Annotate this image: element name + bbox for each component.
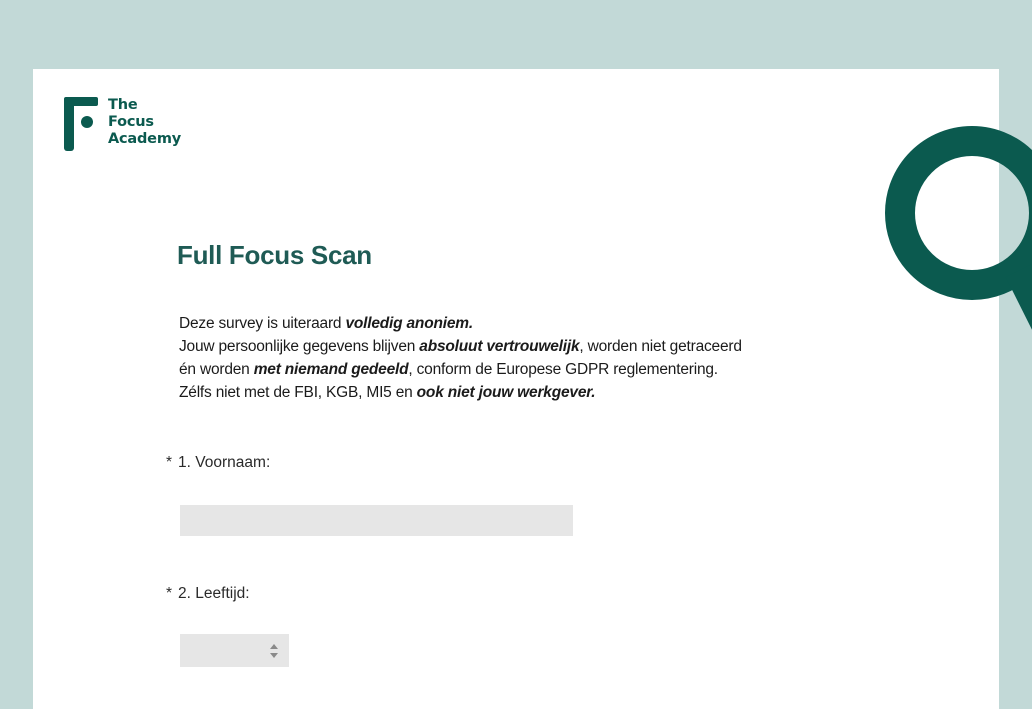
question-1-text: 1. Voornaam: bbox=[178, 454, 271, 471]
brand-line-3: Academy bbox=[108, 131, 181, 147]
intro-line-3: én worden met niemand gedeeld, conform d… bbox=[179, 358, 799, 381]
updown-arrows-icon bbox=[269, 643, 279, 659]
question-1-label: * 1. Voornaam: bbox=[166, 454, 270, 472]
question-2-label: * 2. Leeftijd: bbox=[166, 585, 250, 603]
required-mark: * bbox=[166, 585, 173, 602]
intro-line-2: Jouw persoonlijke gegevens blijven absol… bbox=[179, 335, 799, 358]
magnifier-icon bbox=[870, 120, 1032, 380]
brand-line-1: The bbox=[108, 97, 138, 113]
brand-line-2: Focus bbox=[108, 114, 154, 130]
intro-text: Jouw persoonlijke gegevens blijven bbox=[179, 338, 420, 355]
intro-text: én worden bbox=[179, 361, 254, 378]
brand-name: The Focus Academy bbox=[108, 97, 181, 148]
leeftijd-select[interactable] bbox=[180, 634, 289, 667]
intro-text: Deze survey is uiteraard bbox=[179, 315, 346, 332]
intro-line-4: Zélfs niet met de FBI, KGB, MI5 en ook n… bbox=[179, 381, 799, 404]
intro-emphasis: volledig anoniem. bbox=[345, 315, 473, 332]
intro-text: , conform de Europese GDPR reglementerin… bbox=[408, 361, 718, 378]
brand-logo[interactable]: The Focus Academy bbox=[64, 97, 181, 151]
intro-text: Zélfs niet met de FBI, KGB, MI5 en bbox=[179, 384, 417, 401]
intro-emphasis: ook niet jouw werkgever. bbox=[416, 384, 596, 401]
intro-text: , worden niet getraceerd bbox=[579, 338, 742, 355]
page-title: Full Focus Scan bbox=[177, 240, 372, 270]
question-2-text: 2. Leeftijd: bbox=[178, 585, 250, 602]
intro-line-1: Deze survey is uiteraard volledig anonie… bbox=[179, 312, 799, 335]
required-mark: * bbox=[166, 454, 173, 471]
intro-emphasis: met niemand gedeeld bbox=[253, 361, 409, 378]
focus-academy-logo-icon bbox=[64, 97, 98, 151]
survey-intro: Deze survey is uiteraard volledig anonie… bbox=[179, 312, 799, 404]
voornaam-input[interactable] bbox=[180, 505, 573, 536]
intro-emphasis: absoluut vertrouwelijk bbox=[419, 338, 580, 355]
